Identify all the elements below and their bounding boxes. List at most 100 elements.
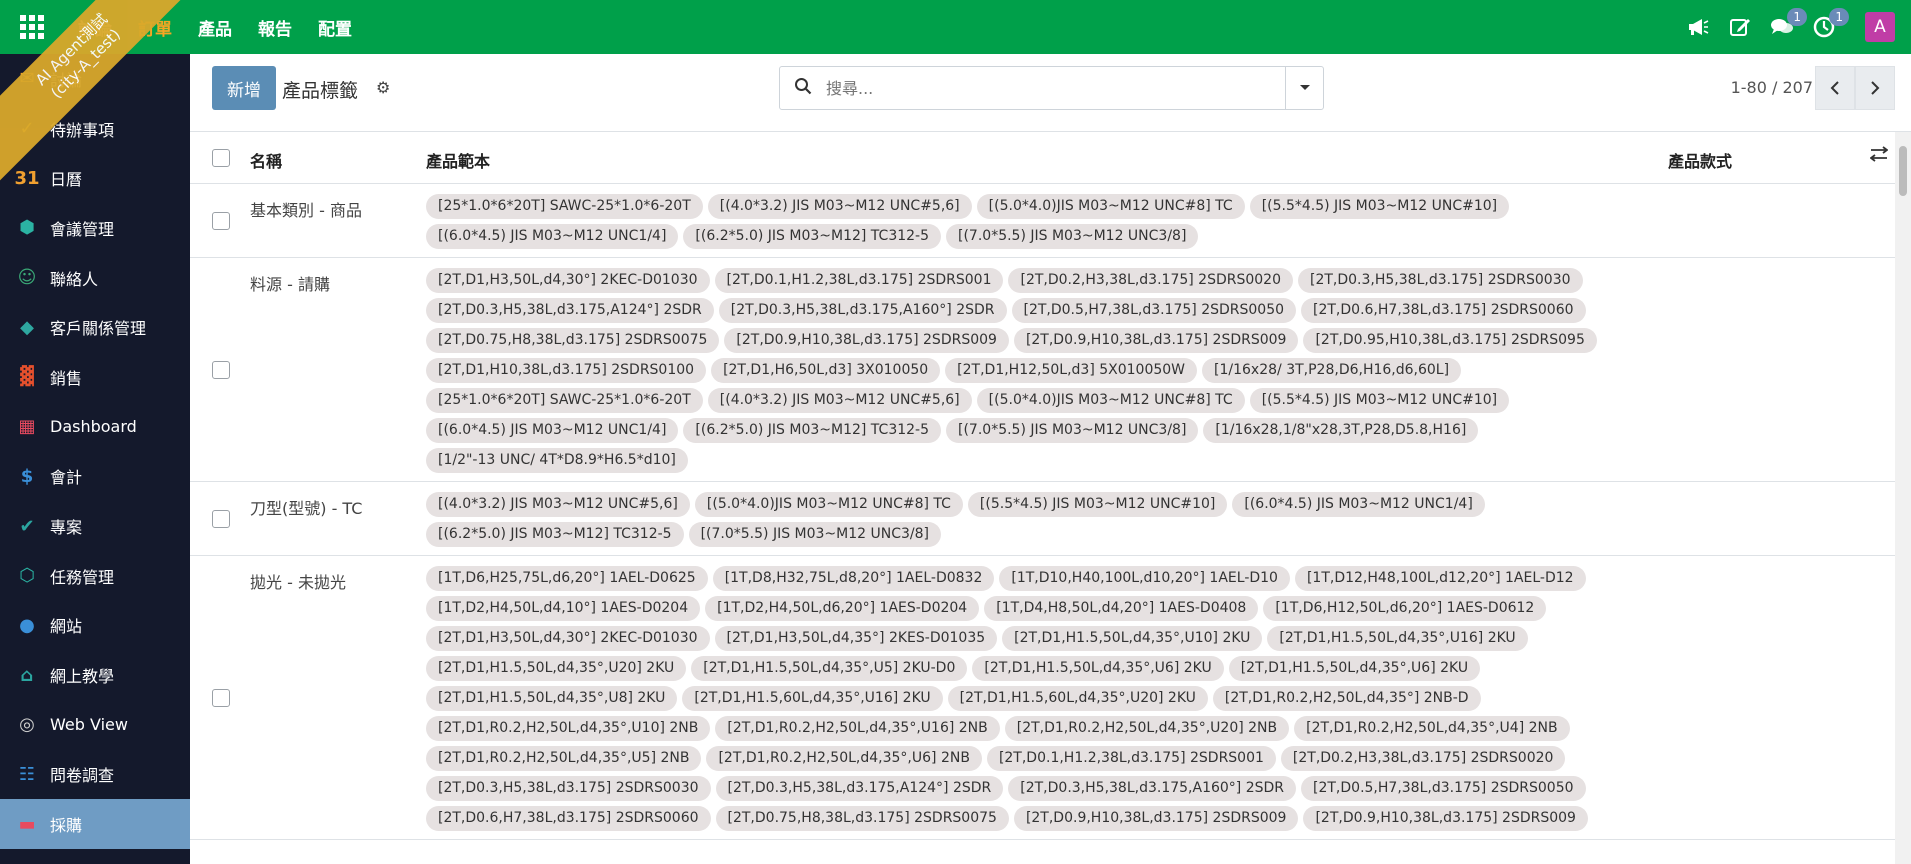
- template-tag[interactable]: [(6.2*5.0) JIS M03~M12] TC312-5: [426, 522, 684, 547]
- search-input[interactable]: [826, 78, 1266, 98]
- template-tag[interactable]: [2T,D0.6,H7,38L,d3.175] 2SDRS0060: [426, 806, 711, 831]
- template-tag[interactable]: [2T,D0.9,H10,38L,d3.175] 2SDRS009: [1013, 328, 1299, 353]
- column-header-name[interactable]: 名稱: [250, 148, 282, 172]
- sidebar-item[interactable]: $ 會計: [0, 452, 190, 502]
- template-tag[interactable]: [2T,D1,R0.2,H2,50L,d4,35°,U4] 2NB: [1294, 716, 1570, 741]
- template-tag[interactable]: [(4.0*3.2) JIS M03~M12 UNC#5,6]: [707, 388, 972, 413]
- template-tag[interactable]: [2T,D0.3,H5,38L,d3.175] 2SDRS0030: [426, 776, 711, 801]
- megaphone-icon[interactable]: [1685, 14, 1711, 40]
- template-tag[interactable]: [2T,D1,H1.5,50L,d4,35°,U10] 2KU: [1002, 626, 1263, 651]
- optional-columns-icon[interactable]: [1869, 146, 1889, 167]
- row-checkbox[interactable]: [212, 510, 230, 528]
- template-tag[interactable]: [2T,D1,R0.2,H2,50L,d4,35°,U5] 2NB: [426, 746, 702, 771]
- scrollbar-thumb[interactable]: [1899, 146, 1907, 196]
- template-tag[interactable]: [(4.0*3.2) JIS M03~M12 UNC#5,6]: [707, 194, 972, 219]
- select-all-checkbox[interactable]: [212, 149, 230, 167]
- template-tag[interactable]: [(5.0*4.0)JIS M03~M12 UNC#8] TC: [976, 194, 1245, 219]
- chat-icon[interactable]: 1: [1769, 8, 1807, 40]
- pager-value[interactable]: 1-80 / 207: [1731, 78, 1813, 97]
- template-tag[interactable]: [2T,D0.95,H10,38L,d3.175] 2SDRS095: [1303, 328, 1597, 353]
- template-tag[interactable]: [2T,D1,R0.2,H2,50L,d4,35°,U16] 2NB: [715, 716, 1000, 741]
- gear-icon[interactable]: ⚙: [376, 78, 390, 97]
- template-tag[interactable]: [1/16x28,1/8"x28,3T,P28,D5.8,H16]: [1203, 418, 1479, 443]
- template-tag[interactable]: [2T,D1,H3,50L,d4,35°] 2KES-D01035: [714, 626, 998, 651]
- template-tag[interactable]: [2T,D1,H1.5,50L,d4,35°,U20] 2KU: [426, 656, 687, 681]
- sidebar-item[interactable]: ◎ Web View: [0, 700, 190, 750]
- table-row[interactable]: 刀型(型號) - TC [(4.0*3.2) JIS M03~M12 UNC#5,…: [190, 482, 1895, 556]
- vertical-scrollbar[interactable]: [1895, 132, 1911, 864]
- template-tag[interactable]: [(6.2*5.0) JIS M03~M12] TC312-5: [683, 418, 941, 443]
- table-row[interactable]: 基本類別 - 商品 [25*1.0*6*20T] SAWC-25*1.0*6-20…: [190, 184, 1895, 258]
- sidebar-item[interactable]: 31 日曆: [0, 153, 190, 203]
- sidebar-item[interactable]: ☷ 問卷調查: [0, 750, 190, 800]
- table-row[interactable]: 拋光 - 未拋光 [1T,D6,H25,75L,d6,20°] 1AEL-D062…: [190, 556, 1895, 840]
- template-tag[interactable]: [1T,D10,H40,100L,d10,20°] 1AEL-D10: [999, 566, 1290, 591]
- search-dropdown-toggle[interactable]: [1285, 67, 1323, 109]
- template-tag[interactable]: [2T,D0.9,H10,38L,d3.175] 2SDRS009: [724, 328, 1009, 353]
- template-tag[interactable]: [2T,D1,R0.2,H2,50L,d4,35°,U20] 2NB: [1004, 716, 1290, 741]
- template-tag[interactable]: [2T,D0.5,H7,38L,d3.175] 2SDRS0050: [1011, 298, 1297, 323]
- template-tag[interactable]: [2T,D1,H6,50L,d3] 3X010050: [711, 358, 941, 383]
- template-tag[interactable]: [(7.0*5.5) JIS M03~M12 UNC3/8]: [688, 522, 941, 547]
- template-tag[interactable]: [(7.0*5.5) JIS M03~M12 UNC3/8]: [946, 224, 1199, 249]
- row-checkbox[interactable]: [212, 212, 230, 230]
- template-tag[interactable]: [1T,D2,H4,50L,d4,10°] 1AES-D0204: [426, 596, 701, 621]
- template-tag[interactable]: [2T,D0.75,H8,38L,d3.175] 2SDRS0075: [426, 328, 720, 353]
- template-tag[interactable]: [(5.5*4.5) JIS M03~M12 UNC#10]: [967, 492, 1228, 517]
- template-tag[interactable]: [1T,D6,H12,50L,d6,20°] 1AES-D0612: [1263, 596, 1547, 621]
- template-tag[interactable]: [(5.0*4.0)JIS M03~M12 UNC#8] TC: [976, 388, 1245, 413]
- template-tag[interactable]: [25*1.0*6*20T] SAWC-25*1.0*6-20T: [426, 388, 703, 413]
- activity-clock-icon[interactable]: 1: [1811, 8, 1849, 40]
- template-tag[interactable]: [(5.0*4.0)JIS M03~M12 UNC#8] TC: [694, 492, 963, 517]
- template-tag[interactable]: [(5.5*4.5) JIS M03~M12 UNC#10]: [1249, 388, 1510, 413]
- template-tag[interactable]: [(5.5*4.5) JIS M03~M12 UNC#10]: [1249, 194, 1510, 219]
- sidebar-item[interactable]: ⬢ 會議管理: [0, 203, 190, 253]
- template-tag[interactable]: [2T,D1,H3,50L,d4,30°] 2KEC-D01030: [426, 268, 710, 293]
- template-tag[interactable]: [2T,D1,H1.5,50L,d4,35°,U6] 2KU: [972, 656, 1224, 681]
- template-tag[interactable]: [2T,D1,H1.5,50L,d4,35°,U6] 2KU: [1228, 656, 1481, 681]
- template-tag[interactable]: [2T,D0.9,H10,38L,d3.175] 2SDRS009: [1013, 806, 1299, 831]
- template-tag[interactable]: [2T,D0.1,H1.2,38L,d3.175] 2SDRS001: [714, 268, 1004, 293]
- template-tag[interactable]: [2T,D1,H10,38L,d3.175] 2SDRS0100: [426, 358, 707, 383]
- template-tag[interactable]: [(6.0*4.5) JIS M03~M12 UNC1/4]: [426, 418, 679, 443]
- row-checkbox[interactable]: [212, 689, 230, 707]
- template-tag[interactable]: [2T,D0.6,H7,38L,d3.175] 2SDRS0060: [1301, 298, 1586, 323]
- sidebar-item[interactable]: ⌂ 網上教學: [0, 650, 190, 700]
- new-button[interactable]: 新增: [212, 66, 276, 110]
- sidebar-item[interactable]: ▦ Dashboard: [0, 402, 190, 452]
- template-tag[interactable]: [2T,D0.9,H10,38L,d3.175] 2SDRS009: [1303, 806, 1588, 831]
- template-tag[interactable]: [2T,D1,H1.5,60L,d4,35°,U20] 2KU: [947, 686, 1208, 711]
- template-tag[interactable]: [2T,D1,H12,50L,d3] 5X010050W: [945, 358, 1198, 383]
- avatar[interactable]: A: [1865, 12, 1895, 42]
- template-tag[interactable]: [(6.2*5.0) JIS M03~M12] TC312-5: [683, 224, 941, 249]
- pager-next-button[interactable]: [1855, 66, 1895, 110]
- template-tag[interactable]: [2T,D1,H1.5,50L,d4,35°,U8] 2KU: [426, 686, 678, 711]
- pager-previous-button[interactable]: [1815, 66, 1855, 110]
- template-tag[interactable]: [2T,D0.1,H1.2,38L,d3.175] 2SDRS001: [986, 746, 1276, 771]
- template-tag[interactable]: [2T,D1,R0.2,H2,50L,d4,35°,U6] 2NB: [706, 746, 982, 771]
- template-tag[interactable]: [1T,D6,H25,75L,d6,20°] 1AEL-D0625: [426, 566, 708, 591]
- template-tag[interactable]: [2T,D0.3,H5,38L,d3.175] 2SDRS0030: [1298, 268, 1583, 293]
- table-row[interactable]: 料源 - 請購 [2T,D1,H3,50L,d4,30°] 2KEC-D01030…: [190, 258, 1895, 482]
- template-tag[interactable]: [2T,D0.2,H3,38L,d3.175] 2SDRS0020: [1008, 268, 1293, 293]
- template-tag[interactable]: [2T,D0.2,H3,38L,d3.175] 2SDRS0020: [1280, 746, 1566, 771]
- template-tag[interactable]: [1T,D2,H4,50L,d6,20°] 1AES-D0204: [705, 596, 980, 621]
- template-tag[interactable]: [2T,D0.3,H5,38L,d3.175,A124°] 2SDR: [426, 298, 714, 323]
- sidebar-item[interactable]: ⬡ 任務管理: [0, 551, 190, 601]
- template-tag[interactable]: [2T,D1,H3,50L,d4,30°] 2KEC-D01030: [426, 626, 710, 651]
- template-tag[interactable]: [1/16x28/ 3T,P28,D6,H16,d6,60L]: [1202, 358, 1462, 383]
- sidebar-item[interactable]: ☺ 聯絡人: [0, 253, 190, 303]
- sidebar-item[interactable]: ◆ 客戶關係管理: [0, 302, 190, 352]
- column-header-variants[interactable]: 產品款式: [1668, 148, 1732, 172]
- template-tag[interactable]: [1T,D8,H32,75L,d8,20°] 1AEL-D0832: [712, 566, 995, 591]
- sidebar-item[interactable]: ● 網站: [0, 601, 190, 651]
- app-menu-icon[interactable]: [20, 15, 44, 39]
- template-tag[interactable]: [2T,D0.3,H5,38L,d3.175,A160°] 2SDR: [1008, 776, 1297, 801]
- template-tag[interactable]: [2T,D0.75,H8,38L,d3.175] 2SDRS0075: [715, 806, 1009, 831]
- template-tag[interactable]: [2T,D1,H1.5,60L,d4,35°,U16] 2KU: [682, 686, 943, 711]
- template-tag[interactable]: [1T,D12,H48,100L,d12,20°] 1AEL-D12: [1294, 566, 1586, 591]
- top-menu-item[interactable]: 配置: [318, 15, 352, 40]
- sidebar-item[interactable]: ▬ 採購: [0, 799, 190, 849]
- column-header-templates[interactable]: 產品範本: [426, 148, 490, 172]
- template-tag[interactable]: [2T,D1,H1.5,50L,d4,35°,U16] 2KU: [1267, 626, 1528, 651]
